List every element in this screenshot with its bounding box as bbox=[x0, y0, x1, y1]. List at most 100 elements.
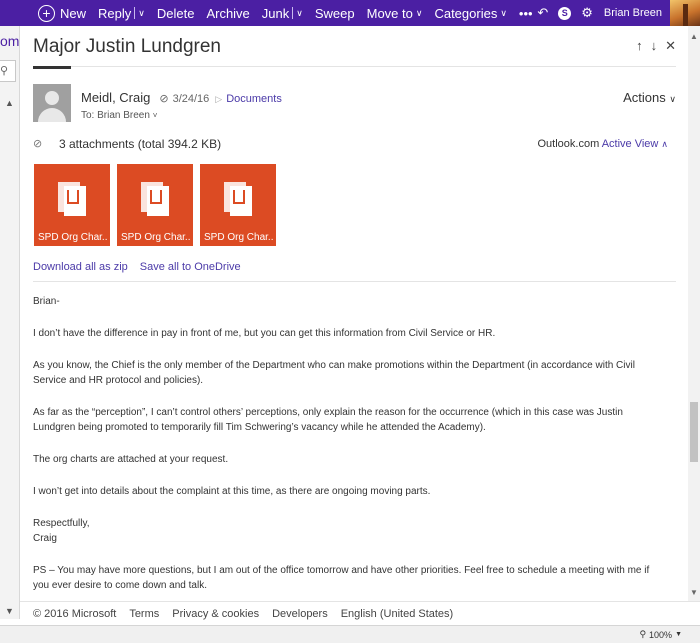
developers-link[interactable]: Developers bbox=[272, 608, 328, 620]
zoom-control[interactable]: ⚲ 100% ▼ bbox=[639, 629, 682, 640]
actions-menu-button[interactable]: Actions ∨ bbox=[623, 90, 676, 105]
categories-button[interactable]: Categories ∨ bbox=[428, 0, 512, 26]
archive-button[interactable]: Archive bbox=[200, 0, 255, 26]
attachment-tile[interactable]: SPD Org Char... bbox=[200, 164, 276, 246]
toolbar-right: ↶ S ⚙ Brian Breen bbox=[532, 0, 700, 26]
save-onedrive-link[interactable]: Save all to OneDrive bbox=[140, 261, 241, 273]
avatar[interactable] bbox=[670, 0, 700, 26]
paperclip-icon: ⊘ bbox=[33, 138, 43, 150]
pdf-mark-icon bbox=[150, 190, 162, 204]
next-message-icon[interactable]: ↓ bbox=[651, 38, 658, 54]
terms-link[interactable]: Terms bbox=[129, 608, 159, 620]
new-button[interactable]: + New bbox=[32, 0, 92, 26]
scrollbar-thumb[interactable] bbox=[690, 402, 698, 462]
closing-block: Respectfully, Craig bbox=[33, 516, 663, 546]
attachment-actions: Download all as zip Save all to OneDrive bbox=[33, 261, 241, 273]
attachments-header: ⊘ 3 attachments (total 394.2 KB) Outlook… bbox=[33, 134, 676, 154]
attachment-icon: ⊘ bbox=[159, 93, 169, 105]
search-icon: ⚲ bbox=[0, 65, 9, 77]
attachment-tiles: SPD Org Char... SPD Org Char... SPD Org … bbox=[34, 164, 276, 246]
chevron-down-icon: ▼ bbox=[675, 631, 682, 638]
copyright-text: © 2016 Microsoft bbox=[33, 607, 117, 620]
attachment-tile[interactable]: SPD Org Char... bbox=[117, 164, 193, 246]
skype-icon[interactable]: S bbox=[558, 6, 572, 20]
message-body: Brian- I don’t have the difference in pa… bbox=[33, 294, 663, 601]
folder-link[interactable]: Documents bbox=[226, 93, 282, 105]
scroll-down-arrow-icon[interactable]: ▼ bbox=[690, 588, 698, 597]
user-name[interactable]: Brian Breen bbox=[604, 7, 662, 19]
person-icon-body bbox=[38, 108, 66, 122]
header-divider-accent bbox=[33, 66, 71, 69]
browser-status-bar: ⚲ 100% ▼ bbox=[0, 625, 700, 643]
move-to-button[interactable]: Move to ∨ bbox=[361, 0, 429, 26]
attachment-name: SPD Org Char... bbox=[204, 232, 274, 243]
scroll-up-icon[interactable]: ▲ bbox=[5, 98, 14, 108]
new-label: New bbox=[60, 5, 87, 21]
actions-label: Actions bbox=[623, 90, 666, 105]
sweep-label: Sweep bbox=[314, 5, 355, 21]
recipient-line[interactable]: To: Brian Breen ˅ bbox=[81, 110, 157, 121]
body-paragraph: The org charts are attached at your requ… bbox=[33, 454, 229, 465]
top-toolbar: + New Reply ∨ Delete Archive Junk ∨ Swee… bbox=[0, 0, 700, 26]
reply-divider bbox=[134, 7, 136, 19]
body-paragraph: As far as the “perception”, I can’t cont… bbox=[33, 407, 623, 433]
body-paragraph: As you know, the Chief is the only membe… bbox=[33, 360, 635, 386]
language-link[interactable]: English (United States) bbox=[341, 608, 454, 620]
search-input[interactable]: ⚲ bbox=[0, 60, 16, 82]
pdf-mark-icon bbox=[67, 190, 79, 204]
more-icon: ••• bbox=[518, 5, 533, 21]
categories-label: Categories bbox=[434, 5, 498, 21]
body-paragraph: I won’t get into details about the compl… bbox=[33, 486, 431, 497]
pdf-mark-icon bbox=[233, 190, 245, 204]
chevron-down-icon: ∨ bbox=[415, 7, 423, 18]
move-to-label: Move to bbox=[366, 5, 413, 21]
sweep-button[interactable]: Sweep bbox=[309, 0, 361, 26]
zoom-level: 100% bbox=[649, 629, 673, 640]
closing-text: Respectfully, bbox=[33, 518, 90, 529]
previous-message-icon[interactable]: ↑ bbox=[636, 38, 643, 54]
body-paragraph: Brian- bbox=[33, 296, 60, 307]
magnifier-icon: ⚲ bbox=[639, 629, 647, 639]
junk-label: Junk bbox=[261, 5, 290, 21]
attachments-summary: 3 attachments (total 394.2 KB) bbox=[59, 137, 222, 151]
delete-button[interactable]: Delete bbox=[151, 0, 201, 26]
message-nav: ↑ ↓ ✕ bbox=[636, 38, 676, 54]
download-all-link[interactable]: Download all as zip bbox=[33, 261, 128, 273]
undo-icon[interactable]: ↶ bbox=[537, 5, 548, 21]
gear-icon[interactable]: ⚙ bbox=[581, 5, 593, 21]
reply-button[interactable]: Reply ∨ bbox=[92, 0, 151, 26]
privacy-link[interactable]: Privacy & cookies bbox=[172, 608, 259, 620]
attachment-view-toggle[interactable]: Outlook.com Active View ∧ bbox=[537, 138, 668, 150]
chevron-down-icon: ∨ bbox=[669, 94, 676, 104]
body-paragraph: I don’t have the difference in pay in fr… bbox=[33, 328, 496, 339]
vertical-scrollbar[interactable]: ▲ ▼ bbox=[688, 26, 700, 601]
scroll-up-arrow-icon[interactable]: ▲ bbox=[690, 32, 698, 41]
chevron-down-icon[interactable]: ∨ bbox=[138, 8, 145, 19]
chevron-up-icon: ∧ bbox=[661, 139, 668, 149]
postscript-paragraph: PS – You may have more questions, but I … bbox=[33, 565, 650, 591]
scroll-down-icon[interactable]: ▼ bbox=[5, 606, 14, 616]
attachment-name: SPD Org Char... bbox=[38, 232, 108, 243]
folder-arrow-icon: ▷ bbox=[215, 94, 223, 104]
junk-button[interactable]: Junk ∨ bbox=[256, 0, 309, 26]
chevron-down-icon[interactable]: ∨ bbox=[296, 8, 303, 19]
sender-avatar[interactable] bbox=[33, 84, 71, 122]
active-view-label[interactable]: Active View bbox=[602, 138, 659, 150]
plus-icon: + bbox=[38, 4, 55, 22]
close-icon[interactable]: ✕ bbox=[665, 38, 676, 54]
person-icon-head bbox=[45, 91, 59, 105]
sender-name[interactable]: Meidl, Craig bbox=[81, 90, 150, 105]
attachment-tile[interactable]: SPD Org Char... bbox=[34, 164, 110, 246]
sent-date: 3/24/16 bbox=[172, 93, 210, 105]
reading-pane: Major Justin Lundgren ↑ ↓ ✕ Meidl, Craig… bbox=[20, 26, 688, 601]
sender-line: Meidl, Craig ⊘ 3/24/16 ▷ Documents bbox=[81, 90, 282, 105]
archive-label: Archive bbox=[206, 5, 250, 21]
left-panel-edge: om ⚲ ▲ ▼ bbox=[0, 26, 20, 619]
chevron-down-icon: ˅ bbox=[152, 111, 158, 120]
attachments-divider bbox=[33, 281, 676, 282]
message-subject: Major Justin Lundgren bbox=[33, 36, 221, 57]
chevron-down-icon: ∨ bbox=[500, 7, 507, 18]
page-footer: © 2016 Microsoft Terms Privacy & cookies… bbox=[20, 601, 700, 625]
view-prefix[interactable]: Outlook.com bbox=[537, 138, 599, 150]
signature-text: Craig bbox=[33, 533, 57, 544]
